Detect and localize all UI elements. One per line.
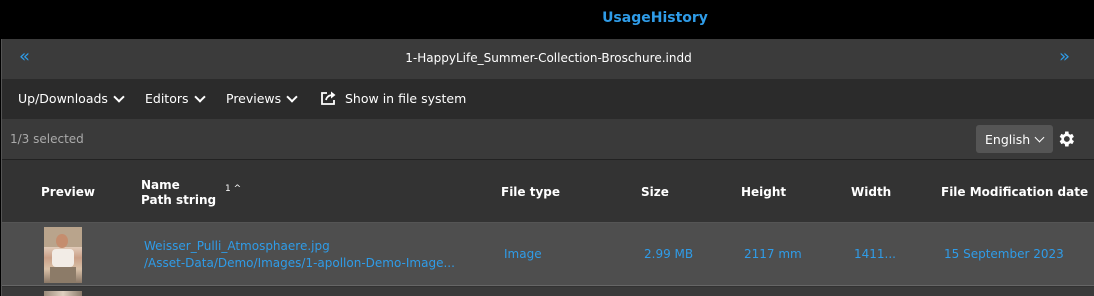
header-width[interactable]: Width	[851, 185, 891, 199]
sort-ascending-indicator[interactable]: 1 ^	[225, 184, 241, 194]
chevron-down-icon	[286, 90, 298, 103]
row-height: 2117 mm	[744, 247, 802, 261]
share-icon	[321, 91, 336, 105]
row-modified-date: 15 September 2023	[944, 247, 1064, 261]
chevron-down-icon	[1034, 132, 1045, 142]
header-path-string[interactable]: Path string	[141, 193, 216, 207]
header-file-type[interactable]: File type	[501, 185, 560, 199]
row-name[interactable]: Weisser_Pulli_Atmosphaere.jpg	[144, 239, 330, 253]
row-width: 1411...	[854, 247, 896, 261]
header-name[interactable]: Name	[141, 178, 180, 192]
table-header: Preview Name Path string 1 ^ File type S…	[2, 159, 1094, 223]
header-size[interactable]: Size	[641, 185, 669, 199]
image-thumbnail-icon	[44, 227, 82, 283]
up-downloads-menu[interactable]: Up/Downloads	[18, 90, 125, 106]
table-row[interactable]: Weisser_Pulli_Atmosphaere.jpg /Asset-Dat…	[2, 223, 1094, 286]
preview-thumbnail	[44, 227, 82, 283]
chevron-down-icon	[113, 90, 125, 103]
usage-history-panel: « 1-HappyLife_Summer-Collection-Broschur…	[1, 39, 1094, 296]
preview-thumbnail	[44, 291, 82, 296]
language-value: English	[985, 131, 1031, 147]
header-height[interactable]: Height	[741, 185, 786, 199]
app-title-bar: UsageHistory	[0, 0, 1094, 39]
header-file-modification-date[interactable]: File Modification date	[941, 185, 1088, 199]
document-title: 1-HappyLife_Summer-Collection-Broschure.…	[405, 51, 692, 65]
row-path[interactable]: /Asset-Data/Demo/Images/1-apollon-Demo-I…	[144, 256, 455, 270]
header-preview[interactable]: Preview	[41, 185, 95, 199]
app-title: UsageHistory	[602, 10, 708, 26]
editors-label: Editors	[145, 91, 189, 106]
previews-label: Previews	[226, 91, 282, 106]
toolbar: Up/Downloads Editors Previews Show in fi…	[2, 79, 1094, 119]
show-in-file-system-label: Show in file system	[345, 90, 467, 106]
selection-count: 1/3 selected	[10, 132, 84, 146]
gear-icon[interactable]	[1056, 129, 1076, 149]
selection-bar: 1/3 selected English	[2, 119, 1094, 159]
table-row[interactable]	[2, 287, 1094, 296]
editors-menu[interactable]: Editors	[145, 90, 206, 106]
row-file-type: Image	[504, 247, 542, 261]
chevron-down-icon	[193, 90, 206, 103]
language-select[interactable]: English	[976, 125, 1053, 153]
up-downloads-label: Up/Downloads	[18, 91, 108, 106]
next-document-button[interactable]: »	[1059, 48, 1070, 66]
show-in-file-system-button[interactable]: Show in file system	[320, 90, 466, 106]
document-header: « 1-HappyLife_Summer-Collection-Broschur…	[2, 39, 1094, 79]
row-size: 2.99 MB	[644, 247, 694, 261]
previews-menu[interactable]: Previews	[226, 90, 298, 106]
